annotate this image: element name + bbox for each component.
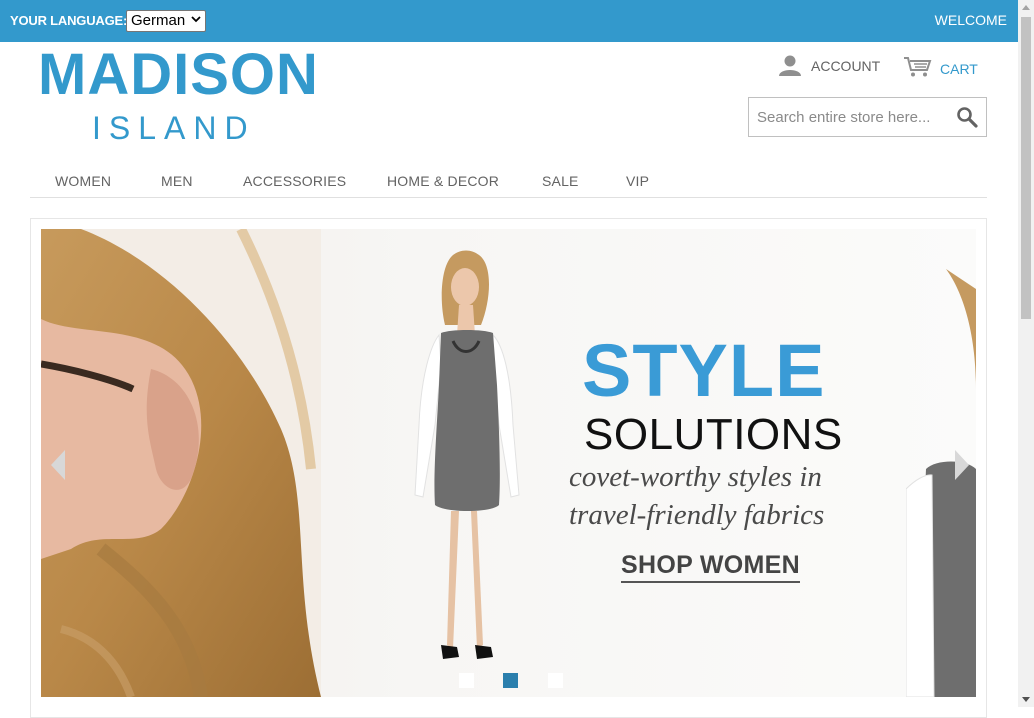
account-link[interactable]: ACCOUNT — [778, 54, 880, 78]
logo-main[interactable]: MADISON — [38, 44, 319, 106]
model-photo-partial — [906, 269, 976, 697]
language-select-value: German — [131, 12, 186, 29]
scroll-thumb[interactable] — [1021, 17, 1031, 319]
account-label: ACCOUNT — [811, 58, 881, 74]
slider-dot-3[interactable] — [548, 673, 563, 688]
chevron-down-icon — [191, 12, 201, 29]
hero-slide[interactable]: STYLE SOLUTIONS covet-worthy styles in t… — [41, 229, 976, 697]
slide-headline: STYLE — [582, 329, 826, 412]
page-scrollbar[interactable] — [1018, 0, 1034, 707]
search-icon[interactable] — [956, 106, 978, 128]
cart-link[interactable]: CART — [903, 56, 978, 81]
nav-item-home-decor[interactable]: HOME & DECOR — [387, 173, 499, 189]
search-input[interactable] — [749, 98, 965, 136]
slider-dots — [41, 673, 976, 689]
nav-item-men[interactable]: MEN — [161, 173, 193, 189]
slide-tagline-1: covet-worthy styles in — [569, 461, 822, 493]
shop-women-link[interactable]: SHOP WOMEN — [621, 551, 800, 583]
slider-dot-1[interactable] — [459, 673, 474, 688]
main-nav: WOMEN MEN ACCESSORIES HOME & DECOR SALE … — [30, 166, 987, 198]
model-photo — [414, 250, 520, 659]
top-bar: YOUR LANGUAGE: German WELCOME — [0, 0, 1018, 42]
nav-item-accessories[interactable]: ACCESSORIES — [243, 173, 346, 189]
cart-label: CART — [940, 60, 978, 77]
welcome-text: WELCOME — [934, 12, 1007, 28]
slide-subheadline: SOLUTIONS — [584, 410, 843, 459]
arrow-left-icon[interactable] — [49, 450, 69, 480]
nav-item-sale[interactable]: SALE — [542, 173, 579, 189]
slider-dot-2[interactable] — [503, 673, 518, 688]
search-box — [748, 97, 987, 137]
scroll-up-icon[interactable] — [1022, 5, 1030, 10]
scroll-down-icon[interactable] — [1022, 697, 1030, 702]
account-icon — [778, 54, 811, 79]
language-select[interactable]: German — [126, 10, 206, 32]
nav-item-vip[interactable]: VIP — [626, 173, 649, 189]
slide-tagline-2: travel-friendly fabrics — [569, 499, 825, 531]
language-label: YOUR LANGUAGE: — [10, 13, 128, 28]
arrow-right-icon[interactable] — [951, 450, 971, 480]
cart-icon — [903, 56, 940, 81]
logo-sub[interactable]: ISLAND — [92, 110, 256, 146]
hair-photo — [41, 229, 321, 697]
nav-item-women[interactable]: WOMEN — [55, 173, 111, 189]
